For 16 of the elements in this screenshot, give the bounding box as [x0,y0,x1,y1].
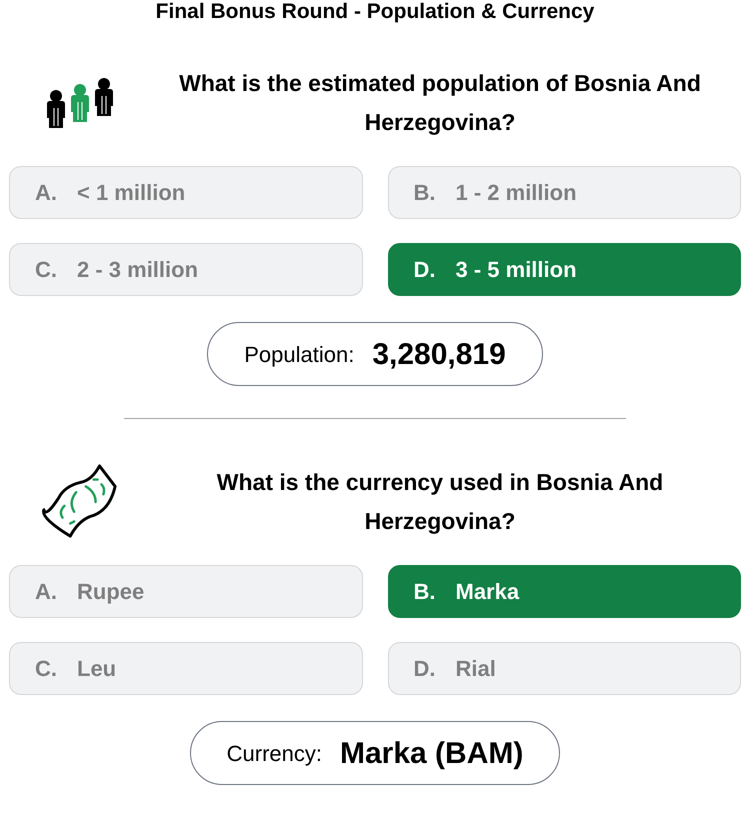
question-text: What is the estimated population of Bosnia And Herzegovina? [178,69,702,137]
answer-option[interactable]: B. 1 - 2 million [388,166,741,219]
answer-option[interactable]: B. Marka [388,565,741,618]
answer-value: 3,280,819 [372,336,506,372]
answer-label: Population: [244,340,354,369]
answer-option[interactable]: A. Rupee [9,565,362,618]
page-title: Final Bonus Round - Population & Currency [156,0,594,24]
answer-option[interactable]: A. < 1 million [9,166,362,219]
answer-option[interactable]: C. 2 - 3 million [9,243,362,296]
answer-option[interactable]: D. Rial [388,642,741,695]
answer-label: Currency: [226,740,322,768]
answer-option[interactable]: C. Leu [9,642,362,695]
answer-value: Marka (BAM) [340,736,524,772]
answer-option[interactable]: D. 3 - 5 million [388,243,741,296]
question-text: What is the currency used in Bosnia And Herzegovina? [216,468,664,536]
people-icon [44,78,116,128]
